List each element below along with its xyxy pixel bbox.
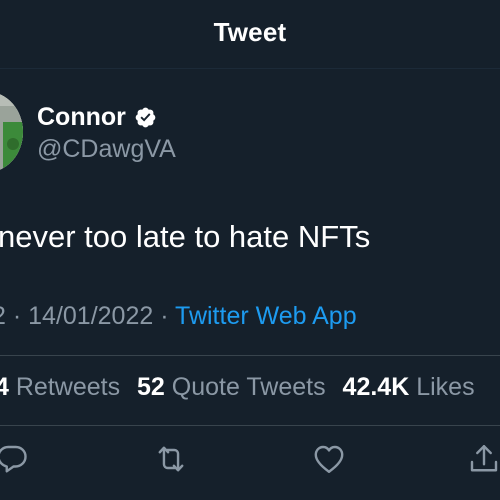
quote-tweets-count: 52: [137, 373, 165, 401]
tweet-date[interactable]: 14/01/2022: [28, 302, 153, 330]
retweets-count: 4: [0, 373, 9, 401]
quote-tweets-stat[interactable]: 52 Quote Tweets: [137, 373, 326, 401]
author-display-name[interactable]: Connor: [37, 103, 126, 132]
avatar-image: [0, 92, 23, 172]
quote-tweets-label: Quote Tweets: [171, 373, 326, 401]
likes-count: 42.4K: [342, 373, 410, 401]
author-handle[interactable]: @CDawgVA: [37, 135, 176, 164]
tweet-meta: 2 · 14/01/2022 · Twitter Web App: [0, 302, 357, 331]
retweets-label: Retweets: [15, 373, 121, 401]
divider: [0, 355, 500, 356]
page-title: Tweet: [213, 17, 287, 47]
share-icon: [470, 445, 498, 472]
author-name-row[interactable]: Connor: [37, 100, 157, 134]
retweet-button[interactable]: [153, 441, 189, 477]
tweet-text: never too late to hate NFTs: [0, 219, 371, 254]
reply-button[interactable]: [0, 441, 30, 477]
tweet-detail-screen: Tweet Connor @CDawgVA never too late to …: [0, 0, 500, 500]
reply-icon: [0, 445, 27, 473]
retweets-stat[interactable]: 4 Retweets: [0, 373, 120, 401]
like-button[interactable]: [311, 441, 347, 477]
meta-separator: ·: [160, 302, 169, 330]
retweet-icon: [158, 446, 184, 472]
share-button[interactable]: [466, 441, 500, 477]
tweet-source-link[interactable]: Twitter Web App: [175, 302, 357, 330]
divider: [0, 425, 500, 426]
like-icon: [314, 445, 344, 473]
meta-separator: ·: [12, 302, 22, 330]
avatar[interactable]: [0, 92, 23, 172]
verified-badge-icon: [134, 106, 157, 129]
tweet-time[interactable]: 2: [0, 302, 6, 330]
header-divider: [0, 68, 500, 69]
tweet-stats: 4 Retweets 52 Quote Tweets 42.4K Likes: [0, 373, 475, 402]
likes-stat[interactable]: 42.4K Likes: [343, 373, 475, 401]
likes-label: Likes: [416, 373, 475, 401]
